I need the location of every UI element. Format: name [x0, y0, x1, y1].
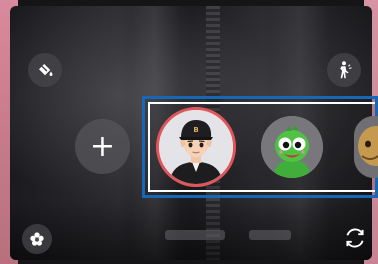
- emoji-avatar-tan-character[interactable]: [354, 116, 378, 178]
- mode-item[interactable]: [165, 230, 225, 240]
- camera-switch-icon: [346, 228, 364, 248]
- paint-bucket-icon: [39, 64, 53, 76]
- green-dinosaur-icon: [261, 116, 323, 178]
- svg-text:B: B: [193, 126, 198, 134]
- tan-character-icon: [354, 116, 378, 178]
- emoji-avatar-green-dinosaur[interactable]: [261, 116, 323, 178]
- boy-avatar-icon: B: [159, 110, 233, 184]
- camera-screen: + B: [0, 0, 378, 264]
- motion-button[interactable]: [327, 53, 361, 87]
- switch-camera-button[interactable]: [339, 222, 371, 254]
- mode-item[interactable]: [249, 230, 291, 240]
- mode-selector: [0, 230, 378, 244]
- filter-button[interactable]: [28, 53, 62, 87]
- add-emoji-button[interactable]: +: [75, 119, 130, 174]
- plus-icon: +: [89, 128, 116, 164]
- emoji-avatar-my-emoji[interactable]: B: [156, 107, 236, 187]
- person-motion-icon: [340, 61, 352, 79]
